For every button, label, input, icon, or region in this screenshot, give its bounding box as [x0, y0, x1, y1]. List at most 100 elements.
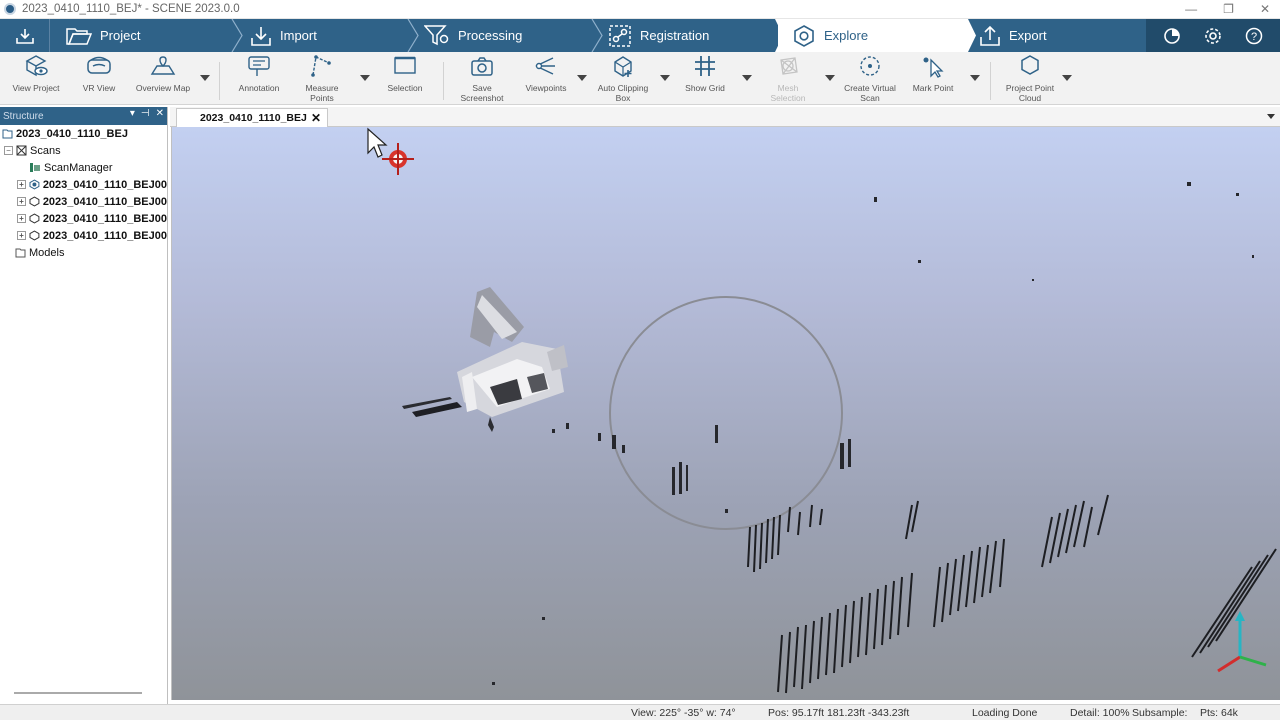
viewpoints-button[interactable]: Viewpoints	[521, 54, 571, 93]
document-tab[interactable]: 2023_0410_1110_BEJ ✕	[176, 108, 328, 127]
panel-close-icon[interactable]: ✕	[156, 108, 164, 119]
tree-item-project[interactable]: 2023_0410_1110_BEJ	[0, 125, 167, 142]
mesh-selection-dropdown-icon[interactable]	[825, 75, 835, 81]
workflow-step-label: Explore	[824, 28, 869, 43]
folder-open-icon	[66, 27, 92, 45]
workflow-step-registration[interactable]: Registration	[596, 19, 778, 52]
structure-panel-header: Structure ▾ ⊣ ✕	[0, 107, 167, 125]
status-position: Pos: 95.17ft 181.23ft -343.23ft	[768, 707, 910, 719]
registration-icon	[609, 24, 631, 47]
close-window-icon[interactable]: ✕	[1260, 0, 1270, 19]
annotation-button[interactable]: Annotation	[234, 54, 284, 93]
create-virtual-scan-button[interactable]: Create Virtual Scan	[840, 54, 900, 103]
vr-view-button[interactable]: VR View	[78, 54, 120, 93]
step-separator	[591, 19, 603, 52]
vr-headset-icon	[87, 56, 111, 74]
tree-item-scanmanager[interactable]: ScanManager	[0, 159, 167, 176]
project-point-cloud-button[interactable]: Project Point Cloud	[1002, 54, 1058, 103]
explore-toolbar: View Project VR View Overview Map Annota…	[0, 52, 1280, 105]
expand-icon[interactable]: +	[17, 231, 26, 240]
panel-menu-icon[interactable]: ▾	[130, 108, 135, 119]
tree-item-label: 2023_0410_1110_BEJ	[16, 127, 128, 140]
tool-label: Auto Clipping Box	[597, 83, 649, 103]
settings-gear-icon[interactable]	[1204, 27, 1222, 45]
tree-item-scan[interactable]: + 2023_0410_1110_BEJ00	[0, 210, 167, 227]
building-point-cloud	[402, 287, 568, 432]
toolbar-separator	[443, 62, 444, 100]
show-grid-dropdown-icon[interactable]	[742, 75, 752, 81]
minimize-icon[interactable]: —	[1185, 0, 1197, 19]
mark-point-dropdown-icon[interactable]	[970, 75, 980, 81]
pin-icon[interactable]: ⊣	[141, 108, 150, 119]
camera-icon	[471, 57, 493, 76]
orbit-circle	[609, 296, 843, 530]
clipping-box-dropdown-icon[interactable]	[660, 75, 670, 81]
show-grid-button[interactable]: Show Grid	[682, 54, 728, 93]
workflow-step-processing[interactable]: Processing	[414, 19, 596, 52]
help-icon[interactable]: ?	[1245, 27, 1263, 45]
models-folder-icon	[15, 248, 26, 258]
structure-horizontal-scrollbar[interactable]	[14, 692, 142, 694]
expand-icon[interactable]: +	[17, 180, 26, 189]
expand-icon[interactable]: +	[17, 197, 26, 206]
status-subsample: Subsample:	[1132, 707, 1188, 719]
workflow-step-project[interactable]: Project	[50, 19, 238, 52]
mouse-cursor-icon	[367, 127, 388, 158]
status-loading: Loading Done	[972, 707, 1038, 719]
project-point-cloud-icon	[1021, 55, 1039, 75]
measure-points-dropdown-icon[interactable]	[360, 75, 370, 81]
toolbar-separator	[219, 62, 220, 100]
workflow-step-export[interactable]: Export	[963, 19, 1143, 52]
home-save-button[interactable]	[0, 19, 50, 52]
status-bar: View: 225° -35° w: 74° Pos: 95.17ft 181.…	[0, 704, 1280, 720]
scattered-points	[492, 182, 1254, 685]
overview-map-button[interactable]: Overview Map	[132, 54, 194, 93]
tab-close-icon[interactable]: ✕	[311, 111, 321, 125]
tree-item-scans[interactable]: − Scans	[0, 142, 167, 159]
tool-label: Show Grid	[685, 83, 725, 93]
tool-label: Mesh Selection	[770, 83, 806, 103]
panel-controls: ▾ ⊣ ✕	[130, 108, 164, 119]
collapse-icon[interactable]: −	[4, 146, 13, 155]
svg-text:?: ?	[1251, 31, 1257, 43]
workflow-step-label: Export	[1009, 28, 1047, 43]
overview-map-dropdown-icon[interactable]	[200, 75, 210, 81]
tree-item-scan[interactable]: + 2023_0410_1110_BEJ00	[0, 193, 167, 210]
save-screenshot-button[interactable]: Save Screenshot	[456, 54, 508, 103]
3d-viewport[interactable]	[171, 127, 1280, 700]
tab-list-dropdown-icon[interactable]	[1267, 114, 1275, 119]
viewpoints-icon	[535, 57, 555, 75]
structure-tree: 2023_0410_1110_BEJ − Scans ScanManager +…	[0, 125, 167, 261]
overview-map-icon	[150, 56, 176, 75]
expand-icon[interactable]: +	[17, 214, 26, 223]
status-detail: Detail: 100%	[1070, 707, 1130, 719]
scan-streaks	[747, 494, 1277, 694]
tool-label: Mark Point	[912, 83, 954, 93]
document-tab-label: 2023_0410_1110_BEJ	[200, 112, 307, 124]
scene-app-window: 2023_0410_1110_BEJ* - SCENE 2023.0.0 — ❐…	[0, 0, 1280, 720]
tree-item-scan[interactable]: + 2023_0410_1110_BEJ00	[0, 227, 167, 244]
workflow-step-explore[interactable]: Explore	[778, 19, 963, 52]
view-project-button[interactable]: View Project	[10, 54, 62, 93]
tree-item-scan[interactable]: + 2023_0410_1110_BEJ00	[0, 176, 167, 193]
workflow-right-tools: ?	[1146, 19, 1280, 52]
title-bar: 2023_0410_1110_BEJ* - SCENE 2023.0.0 — ❐…	[0, 0, 1280, 19]
document-tab-strip: 2023_0410_1110_BEJ ✕	[170, 107, 1280, 127]
mesh-selection-button[interactable]: Mesh Selection	[766, 54, 810, 103]
measure-points-button[interactable]: Measure Points	[300, 54, 344, 103]
workflow-step-label: Import	[280, 28, 317, 43]
viewpoints-dropdown-icon[interactable]	[577, 75, 587, 81]
tool-label: Annotation	[238, 83, 280, 93]
project-point-cloud-dropdown-icon[interactable]	[1062, 75, 1072, 81]
pie-progress-icon[interactable]	[1163, 27, 1181, 45]
selection-icon	[394, 56, 416, 74]
restore-icon[interactable]: ❐	[1223, 0, 1234, 19]
tree-item-models[interactable]: Models	[0, 244, 167, 261]
workflow-bar: Project Import Processing Registration E…	[0, 19, 1280, 52]
view-project-icon	[25, 55, 48, 77]
workflow-step-import[interactable]: Import	[238, 19, 414, 52]
step-separator	[775, 19, 791, 52]
auto-clipping-box-button[interactable]: Auto Clipping Box	[594, 54, 652, 103]
mark-point-button[interactable]: Mark Point	[908, 54, 958, 93]
selection-button[interactable]: Selection	[382, 54, 428, 93]
